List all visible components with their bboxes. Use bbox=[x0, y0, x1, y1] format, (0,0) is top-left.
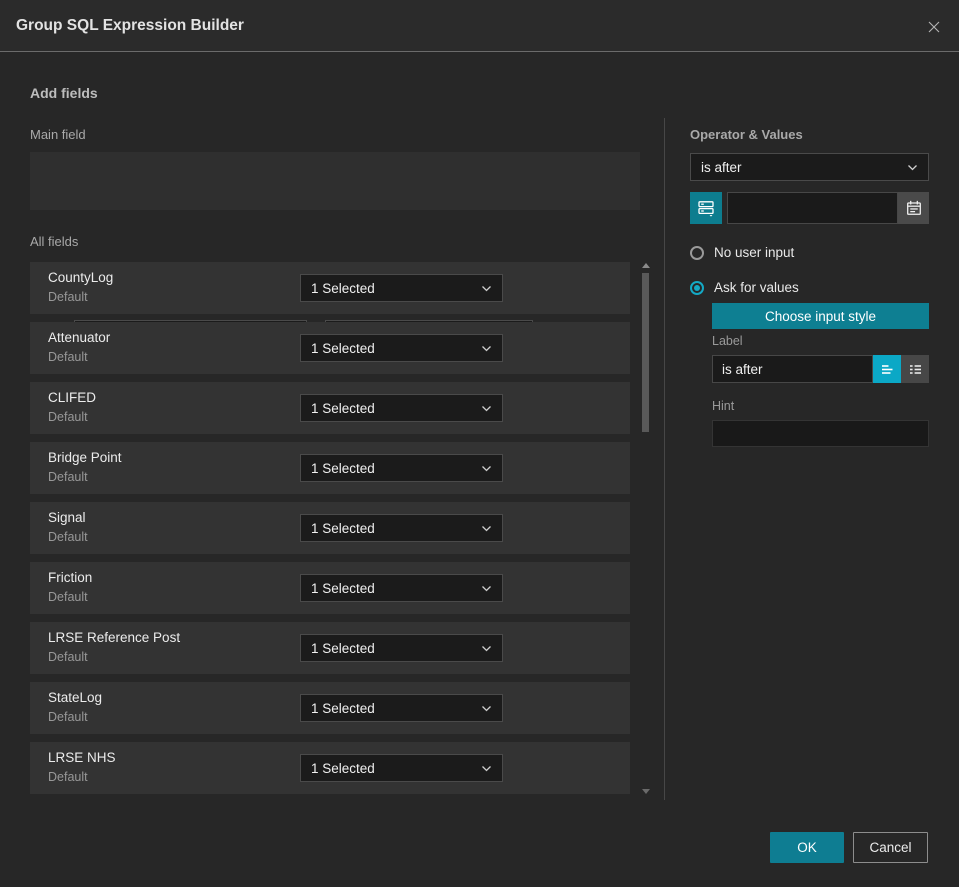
field-selected-value: 1 Selected bbox=[311, 700, 375, 716]
calendar-picker-button[interactable] bbox=[898, 192, 929, 224]
field-selected-dropdown[interactable]: 1 Selected bbox=[300, 394, 503, 422]
field-name: Friction bbox=[48, 570, 93, 585]
chevron-down-icon bbox=[482, 525, 491, 531]
radio-icon bbox=[690, 245, 704, 260]
chevron-down-icon bbox=[482, 345, 491, 351]
field-selected-dropdown[interactable]: 1 Selected bbox=[300, 334, 503, 362]
chevron-down-icon bbox=[482, 645, 491, 651]
dialog-title: Group SQL Expression Builder bbox=[16, 16, 244, 34]
field-subtitle: Default bbox=[48, 350, 88, 364]
field-selected-value: 1 Selected bbox=[311, 640, 375, 656]
operator-values-heading: Operator & Values bbox=[690, 127, 803, 142]
field-name: Signal bbox=[48, 510, 86, 525]
field-name: Bridge Point bbox=[48, 450, 122, 465]
field-selected-dropdown[interactable]: 1 Selected bbox=[300, 634, 503, 662]
field-selected-dropdown[interactable]: 1 Selected bbox=[300, 514, 503, 542]
cancel-button[interactable]: Cancel bbox=[853, 832, 928, 863]
field-row: CLIFED Default 1 Selected bbox=[30, 382, 630, 434]
list-style-button[interactable] bbox=[901, 355, 929, 383]
field-name: CountyLog bbox=[48, 270, 114, 285]
field-selected-dropdown[interactable]: 1 Selected bbox=[300, 274, 503, 302]
all-fields-list: CountyLog Default 1 Selected Attenuator … bbox=[30, 262, 630, 802]
field-selected-value: 1 Selected bbox=[311, 340, 375, 356]
field-row: StateLog Default 1 Selected bbox=[30, 682, 630, 734]
radio-ask-for-values[interactable]: Ask for values bbox=[690, 280, 799, 295]
operator-select[interactable]: is after bbox=[690, 153, 929, 181]
chevron-down-icon bbox=[482, 765, 491, 771]
group-sql-expression-builder-dialog: Group SQL Expression Builder Add fields … bbox=[0, 0, 959, 887]
field-selected-value: 1 Selected bbox=[311, 400, 375, 416]
field-subtitle: Default bbox=[48, 410, 88, 424]
main-field-panel: CountyLog | Default To Date bbox=[30, 152, 640, 348]
field-selected-value: 1 Selected bbox=[311, 760, 375, 776]
align-left-style-button[interactable] bbox=[873, 355, 901, 383]
field-row: CountyLog Default 1 Selected bbox=[30, 262, 630, 314]
field-selected-value: 1 Selected bbox=[311, 520, 375, 536]
operator-select-value: is after bbox=[701, 159, 742, 175]
field-row: Signal Default 1 Selected bbox=[30, 502, 630, 554]
operator-value-input[interactable] bbox=[727, 192, 898, 224]
hint-field-label: Hint bbox=[712, 399, 735, 413]
field-subtitle: Default bbox=[48, 650, 88, 664]
value-list-icon bbox=[698, 201, 714, 217]
all-fields-label: All fields bbox=[30, 234, 79, 249]
field-selected-value: 1 Selected bbox=[311, 280, 375, 296]
radio-no-user-input[interactable]: No user input bbox=[690, 245, 794, 260]
field-subtitle: Default bbox=[48, 770, 88, 784]
field-subtitle: Default bbox=[48, 710, 88, 724]
close-icon[interactable] bbox=[923, 16, 945, 38]
field-subtitle: Default bbox=[48, 470, 88, 484]
field-selected-value: 1 Selected bbox=[311, 460, 375, 476]
main-field-label: Main field bbox=[30, 127, 86, 142]
field-row: LRSE NHS Default 1 Selected bbox=[30, 742, 630, 794]
label-input[interactable] bbox=[712, 355, 873, 383]
field-name: Attenuator bbox=[48, 330, 111, 345]
field-selected-value: 1 Selected bbox=[311, 580, 375, 596]
field-row: Bridge Point Default 1 Selected bbox=[30, 442, 630, 494]
chevron-down-icon bbox=[482, 405, 491, 411]
hint-input[interactable] bbox=[712, 420, 929, 447]
align-left-icon bbox=[881, 364, 892, 374]
field-subtitle: Default bbox=[48, 290, 88, 304]
chevron-down-icon bbox=[908, 164, 917, 170]
radio-label: No user input bbox=[714, 245, 795, 260]
ok-button[interactable]: OK bbox=[770, 832, 844, 863]
field-row: LRSE Reference Post Default 1 Selected bbox=[30, 622, 630, 674]
chevron-down-icon bbox=[482, 285, 491, 291]
field-name: CLIFED bbox=[48, 390, 97, 405]
scrollbar-up-arrow[interactable] bbox=[642, 263, 650, 268]
chevron-down-icon bbox=[482, 585, 491, 591]
field-name: LRSE Reference Post bbox=[48, 630, 181, 645]
field-subtitle: Default bbox=[48, 590, 88, 604]
panel-divider bbox=[664, 118, 665, 800]
field-name: StateLog bbox=[48, 690, 103, 705]
dialog-titlebar: Group SQL Expression Builder bbox=[0, 0, 959, 52]
field-selected-dropdown[interactable]: 1 Selected bbox=[300, 694, 503, 722]
label-field-label: Label bbox=[712, 334, 743, 348]
field-selected-dropdown[interactable]: 1 Selected bbox=[300, 574, 503, 602]
radio-label: Ask for values bbox=[714, 280, 799, 295]
field-row: Attenuator Default 1 Selected bbox=[30, 322, 630, 374]
field-selected-dropdown[interactable]: 1 Selected bbox=[300, 454, 503, 482]
list-icon bbox=[909, 364, 921, 374]
radio-selected-icon bbox=[690, 280, 704, 295]
scrollbar-thumb[interactable] bbox=[642, 273, 649, 432]
chevron-down-icon bbox=[482, 705, 491, 711]
chevron-down-icon bbox=[482, 465, 491, 471]
field-name: LRSE NHS bbox=[48, 750, 116, 765]
field-subtitle: Default bbox=[48, 530, 88, 544]
field-row: Friction Default 1 Selected bbox=[30, 562, 630, 614]
choose-input-style-button[interactable]: Choose input style bbox=[712, 303, 929, 329]
field-selected-dropdown[interactable]: 1 Selected bbox=[300, 754, 503, 782]
scrollbar-down-arrow[interactable] bbox=[642, 789, 650, 794]
value-list-button[interactable] bbox=[690, 192, 722, 224]
calendar-icon bbox=[906, 200, 921, 215]
add-fields-heading: Add fields bbox=[30, 85, 98, 101]
